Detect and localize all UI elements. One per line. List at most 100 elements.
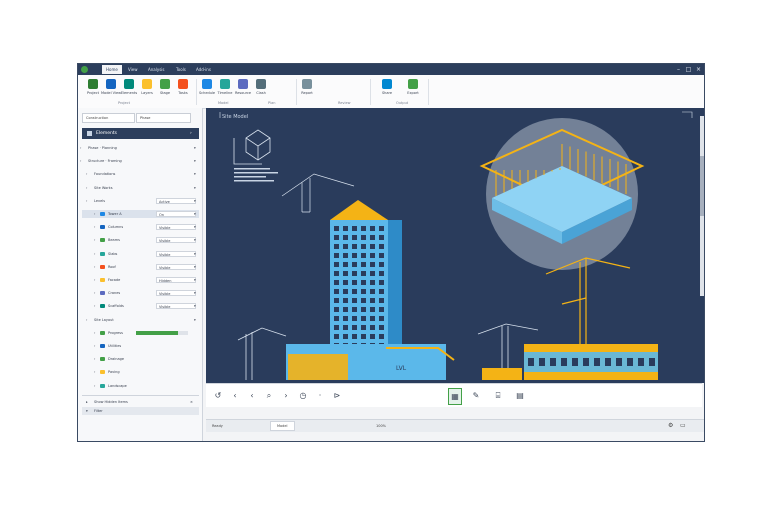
tree-row-value[interactable]: Visible (156, 237, 196, 244)
tree-row-value[interactable]: Visible (156, 290, 196, 297)
visibility-toggle-icon[interactable]: ▾ (194, 210, 196, 218)
measure-tool-icon[interactable]: ⌸ (492, 388, 504, 403)
chevron-right-icon[interactable]: › (80, 144, 81, 152)
visibility-toggle-icon[interactable]: ▾ (194, 197, 196, 205)
monitor-icon[interactable]: ▭ (680, 420, 686, 432)
visibility-toggle-icon[interactable]: ▾ (194, 276, 196, 284)
rotate-tool-icon[interactable]: ↺ (212, 388, 224, 403)
next-tool-icon[interactable]: › (280, 388, 292, 403)
chevron-right-icon[interactable]: › (94, 382, 95, 390)
tree-row[interactable]: › Cranes Visible ▾ (82, 289, 199, 297)
vertical-scrollbar[interactable] (700, 116, 704, 296)
back-tool-icon[interactable]: ‹ (229, 388, 241, 403)
zoom-tool-icon[interactable]: ⌕ (263, 388, 275, 403)
visibility-toggle-icon[interactable]: ▾ (194, 157, 196, 165)
tree-row[interactable]: › Tower A On ▾ (82, 210, 199, 218)
point-tool-icon[interactable]: · (314, 388, 326, 403)
visibility-toggle-icon[interactable]: ▾ (194, 250, 196, 258)
tree-row[interactable]: › Progress (82, 329, 199, 337)
scrollbar-thumb[interactable] (700, 156, 704, 216)
ribbon-button-report[interactable]: Report (298, 78, 316, 106)
tree-row[interactable]: › Facade Hidden ▾ (82, 276, 199, 284)
tree-row[interactable]: › Columns Visible ▾ (82, 223, 199, 231)
chevron-right-icon[interactable]: › (94, 302, 95, 310)
tree-row[interactable]: › Utilities (82, 342, 199, 350)
visibility-toggle-icon[interactable]: ▾ (194, 144, 196, 152)
prev-tool-icon[interactable]: ‹ (246, 388, 258, 403)
tab-tools[interactable]: Tools (172, 65, 190, 74)
visibility-toggle-icon[interactable]: ▾ (194, 223, 196, 231)
chevron-right-icon[interactable]: › (94, 263, 95, 271)
view-mode[interactable]: Model (270, 421, 295, 431)
time-tool-icon[interactable]: ◷ (297, 388, 309, 403)
report-tool-icon[interactable]: ▤ (514, 388, 526, 403)
ribbon-button-share[interactable]: Share (378, 78, 396, 106)
tower-window (334, 289, 339, 294)
tree-row[interactable]: › Foundations ▾ (82, 170, 199, 178)
chevron-right-icon[interactable]: › (94, 250, 95, 258)
chevron-right-icon[interactable]: › (86, 316, 87, 324)
tab-add-ins[interactable]: Add-ins (192, 65, 215, 74)
tree-row[interactable]: › Structure · Framing ▾ (80, 157, 199, 165)
tree-row[interactable]: › Site Works ▾ (82, 184, 199, 192)
edit-tool-icon[interactable]: ✎ (470, 388, 482, 403)
tree-row[interactable]: › Phase · Planning ▾ (80, 144, 199, 152)
tab-analysis[interactable]: Analysis (144, 65, 168, 74)
tree-row-value[interactable]: Hidden (156, 277, 196, 283)
tree-row-value[interactable]: Visible (156, 303, 196, 310)
play-tool-icon[interactable]: ⊳ (331, 388, 343, 403)
tab-view[interactable]: View (124, 65, 142, 74)
tree-row[interactable]: › Scaffolds Visible ▾ (82, 302, 199, 310)
tree-row[interactable]: › Roof Visible ▾ (82, 263, 199, 271)
chevron-right-icon[interactable]: › (190, 128, 192, 139)
chevron-right-icon[interactable]: › (80, 157, 81, 165)
elements-panel-header[interactable]: Elements › (82, 128, 199, 139)
tree-row[interactable]: › Beams Visible ▾ (82, 236, 199, 244)
phase-combo-right[interactable]: Phase (136, 113, 191, 123)
close-icon[interactable]: × (694, 65, 703, 74)
filter-option[interactable]: ▾ Filter (82, 407, 199, 415)
tree-row[interactable]: › Landscape (82, 382, 199, 390)
chevron-right-icon[interactable]: › (86, 170, 87, 178)
zoom-level[interactable]: 100% (376, 420, 386, 432)
tree-row[interactable]: › Paving (82, 368, 199, 376)
stage-tool-icon[interactable]: ▦ (448, 388, 462, 405)
tree-row-value[interactable]: On (156, 211, 196, 217)
chevron-right-icon[interactable]: › (94, 329, 95, 337)
model-canvas[interactable]: Site Model LVL (206, 108, 704, 383)
visibility-toggle-icon[interactable]: ▾ (194, 263, 196, 271)
close-icon[interactable]: × (190, 398, 193, 406)
visibility-toggle-icon[interactable]: ▾ (194, 170, 196, 178)
app-window: Home View Analysis Tools Add-ins – □ × P… (77, 63, 705, 442)
tree-row[interactable]: › Slabs Visible ▾ (82, 250, 199, 258)
minimize-icon[interactable]: – (674, 65, 683, 74)
phase-combo-left[interactable]: Construction (82, 113, 135, 123)
chevron-right-icon[interactable]: › (94, 236, 95, 244)
tree-row[interactable]: › Drainage (82, 355, 199, 363)
visibility-toggle-icon[interactable]: ▾ (194, 316, 196, 324)
chevron-right-icon[interactable]: › (94, 355, 95, 363)
show-hidden-option[interactable]: ▸ Show Hidden Items × (82, 398, 199, 406)
visibility-toggle-icon[interactable]: ▾ (194, 184, 196, 192)
settings-icon[interactable]: ⚙ (668, 420, 673, 432)
tree-row-value[interactable]: Active (156, 197, 196, 204)
visibility-toggle-icon[interactable]: ▾ (194, 302, 196, 310)
chevron-right-icon[interactable]: › (86, 184, 87, 192)
tab-home[interactable]: Home (102, 65, 122, 74)
chevron-right-icon[interactable]: › (94, 368, 95, 376)
tree-row[interactable]: › Levels Active ▾ (82, 197, 199, 205)
visibility-toggle-icon[interactable]: ▾ (194, 236, 196, 244)
tree-row-value[interactable]: Visible (156, 224, 196, 231)
maximize-icon[interactable]: □ (684, 65, 693, 74)
ribbon-button-tasks[interactable]: Tasks (174, 78, 192, 106)
chevron-right-icon[interactable]: › (94, 342, 95, 350)
chevron-right-icon[interactable]: › (94, 223, 95, 231)
chevron-right-icon[interactable]: › (94, 210, 95, 218)
tree-row-value[interactable]: Visible (156, 250, 196, 257)
tree-row-value[interactable]: Visible (156, 263, 196, 270)
chevron-right-icon[interactable]: › (94, 289, 95, 297)
chevron-right-icon[interactable]: › (94, 276, 95, 284)
chevron-right-icon[interactable]: › (86, 197, 87, 205)
visibility-toggle-icon[interactable]: ▾ (194, 289, 196, 297)
tree-row[interactable]: › Site Layout ▾ (82, 316, 199, 324)
